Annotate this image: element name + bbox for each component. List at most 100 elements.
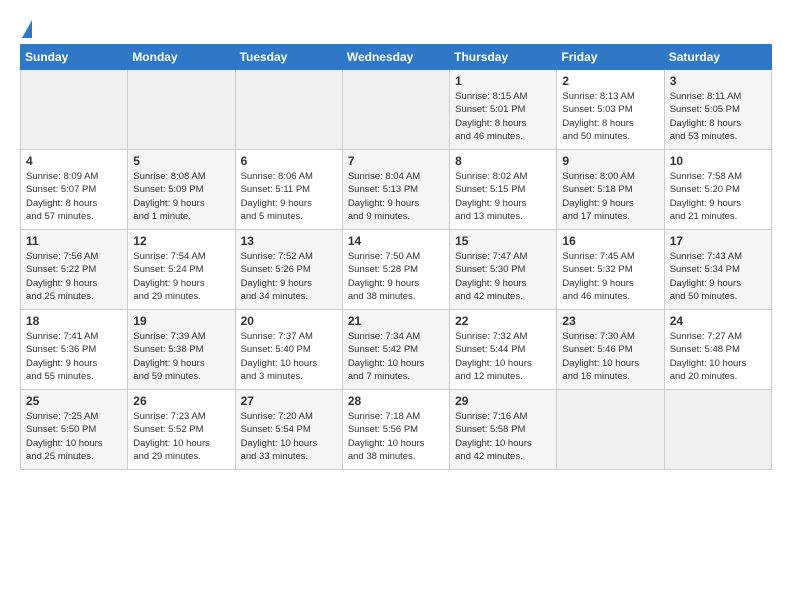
day-info: Sunrise: 7:41 AM Sunset: 5:36 PM Dayligh…	[26, 330, 122, 383]
day-number: 11	[26, 234, 122, 248]
calendar-header-tuesday: Tuesday	[235, 45, 342, 70]
calendar-day-cell	[21, 70, 128, 150]
day-info: Sunrise: 7:32 AM Sunset: 5:44 PM Dayligh…	[455, 330, 551, 383]
day-info: Sunrise: 7:25 AM Sunset: 5:50 PM Dayligh…	[26, 410, 122, 463]
calendar-day-cell: 2 Sunrise: 8:13 AM Sunset: 5:03 PM Daylig…	[557, 70, 664, 150]
calendar-week-row: 18 Sunrise: 7:41 AM Sunset: 5:36 PM Dayli…	[21, 310, 772, 390]
day-info: Sunrise: 7:34 AM Sunset: 5:42 PM Dayligh…	[348, 330, 444, 383]
day-info: Sunrise: 7:52 AM Sunset: 5:26 PM Dayligh…	[241, 250, 337, 303]
calendar-day-cell: 15 Sunrise: 7:47 AM Sunset: 5:30 PM Dayli…	[450, 230, 557, 310]
day-number: 18	[26, 314, 122, 328]
day-info: Sunrise: 7:39 AM Sunset: 5:38 PM Dayligh…	[133, 330, 229, 383]
calendar-header-sunday: Sunday	[21, 45, 128, 70]
day-info: Sunrise: 8:00 AM Sunset: 5:18 PM Dayligh…	[562, 170, 658, 223]
day-info: Sunrise: 7:27 AM Sunset: 5:48 PM Dayligh…	[670, 330, 766, 383]
calendar-header-wednesday: Wednesday	[342, 45, 449, 70]
calendar-day-cell: 22 Sunrise: 7:32 AM Sunset: 5:44 PM Dayli…	[450, 310, 557, 390]
day-info: Sunrise: 7:16 AM Sunset: 5:58 PM Dayligh…	[455, 410, 551, 463]
calendar-day-cell: 20Sunrise: 7:37 AM Sunset: 5:40 PM Dayli…	[235, 310, 342, 390]
calendar-week-row: 25 Sunrise: 7:25 AM Sunset: 5:50 PM Dayli…	[21, 390, 772, 470]
day-info: Sunrise: 8:13 AM Sunset: 5:03 PM Dayligh…	[562, 90, 658, 143]
day-number: 19	[133, 314, 229, 328]
day-info: Sunrise: 7:43 AM Sunset: 5:34 PM Dayligh…	[670, 250, 766, 303]
calendar-day-cell: 19 Sunrise: 7:39 AM Sunset: 5:38 PM Dayli…	[128, 310, 235, 390]
day-number: 2	[562, 74, 658, 88]
day-number: 26	[133, 394, 229, 408]
day-number: 15	[455, 234, 551, 248]
day-number: 7	[348, 154, 444, 168]
day-number: 29	[455, 394, 551, 408]
calendar-day-cell: 26 Sunrise: 7:23 AM Sunset: 5:52 PM Dayli…	[128, 390, 235, 470]
day-info: Sunrise: 8:11 AM Sunset: 5:05 PM Dayligh…	[670, 90, 766, 143]
calendar-header-friday: Friday	[557, 45, 664, 70]
calendar-day-cell: 8 Sunrise: 8:02 AM Sunset: 5:15 PM Daylig…	[450, 150, 557, 230]
day-info: Sunrise: 7:18 AM Sunset: 5:56 PM Dayligh…	[348, 410, 444, 463]
calendar-day-cell: 13 Sunrise: 7:52 AM Sunset: 5:26 PM Dayli…	[235, 230, 342, 310]
calendar-day-cell: 1 Sunrise: 8:15 AM Sunset: 5:01 PM Daylig…	[450, 70, 557, 150]
logo	[20, 20, 32, 38]
calendar-day-cell: 11 Sunrise: 7:56 AM Sunset: 5:22 PM Dayli…	[21, 230, 128, 310]
calendar-week-row: 11 Sunrise: 7:56 AM Sunset: 5:22 PM Dayli…	[21, 230, 772, 310]
day-info: Sunrise: 7:50 AM Sunset: 5:28 PM Dayligh…	[348, 250, 444, 303]
day-number: 1	[455, 74, 551, 88]
day-info: Sunrise: 8:08 AM Sunset: 5:09 PM Dayligh…	[133, 170, 229, 223]
calendar-header-thursday: Thursday	[450, 45, 557, 70]
day-number: 6	[241, 154, 337, 168]
calendar-week-row: 4 Sunrise: 8:09 AM Sunset: 5:07 PM Daylig…	[21, 150, 772, 230]
day-info: Sunrise: 7:47 AM Sunset: 5:30 PM Dayligh…	[455, 250, 551, 303]
calendar-day-cell: 16Sunrise: 7:45 AM Sunset: 5:32 PM Dayli…	[557, 230, 664, 310]
day-info: Sunrise: 8:15 AM Sunset: 5:01 PM Dayligh…	[455, 90, 551, 143]
day-number: 5	[133, 154, 229, 168]
day-number: 9	[562, 154, 658, 168]
calendar-day-cell: 17 Sunrise: 7:43 AM Sunset: 5:34 PM Dayli…	[664, 230, 771, 310]
calendar-day-cell: 24 Sunrise: 7:27 AM Sunset: 5:48 PM Dayli…	[664, 310, 771, 390]
day-number: 24	[670, 314, 766, 328]
day-number: 21	[348, 314, 444, 328]
calendar-day-cell: 10 Sunrise: 7:58 AM Sunset: 5:20 PM Dayli…	[664, 150, 771, 230]
day-number: 17	[670, 234, 766, 248]
day-info: Sunrise: 7:23 AM Sunset: 5:52 PM Dayligh…	[133, 410, 229, 463]
day-number: 25	[26, 394, 122, 408]
calendar-day-cell: 25 Sunrise: 7:25 AM Sunset: 5:50 PM Dayli…	[21, 390, 128, 470]
calendar-table: SundayMondayTuesdayWednesdayThursdayFrid…	[20, 44, 772, 470]
calendar-day-cell: 7Sunrise: 8:04 AM Sunset: 5:13 PM Daylig…	[342, 150, 449, 230]
calendar-day-cell: 18 Sunrise: 7:41 AM Sunset: 5:36 PM Dayli…	[21, 310, 128, 390]
calendar-day-cell: 3 Sunrise: 8:11 AM Sunset: 5:05 PM Daylig…	[664, 70, 771, 150]
day-number: 27	[241, 394, 337, 408]
day-info: Sunrise: 8:06 AM Sunset: 5:11 PM Dayligh…	[241, 170, 337, 223]
calendar-header-saturday: Saturday	[664, 45, 771, 70]
day-number: 20	[241, 314, 337, 328]
calendar-day-cell	[128, 70, 235, 150]
day-number: 13	[241, 234, 337, 248]
calendar-day-cell: 9 Sunrise: 8:00 AM Sunset: 5:18 PM Daylig…	[557, 150, 664, 230]
day-number: 23	[562, 314, 658, 328]
day-number: 4	[26, 154, 122, 168]
day-number: 14	[348, 234, 444, 248]
day-number: 16	[562, 234, 658, 248]
calendar-day-cell	[557, 390, 664, 470]
calendar-day-cell	[235, 70, 342, 150]
calendar-day-cell: 29 Sunrise: 7:16 AM Sunset: 5:58 PM Dayli…	[450, 390, 557, 470]
calendar-day-cell: 5 Sunrise: 8:08 AM Sunset: 5:09 PM Daylig…	[128, 150, 235, 230]
day-info: Sunrise: 7:20 AM Sunset: 5:54 PM Dayligh…	[241, 410, 337, 463]
day-info: Sunrise: 7:58 AM Sunset: 5:20 PM Dayligh…	[670, 170, 766, 223]
calendar-day-cell	[664, 390, 771, 470]
day-info: Sunrise: 7:54 AM Sunset: 5:24 PM Dayligh…	[133, 250, 229, 303]
calendar-day-cell: 21 Sunrise: 7:34 AM Sunset: 5:42 PM Dayli…	[342, 310, 449, 390]
day-info: Sunrise: 7:56 AM Sunset: 5:22 PM Dayligh…	[26, 250, 122, 303]
day-info: Sunrise: 7:30 AM Sunset: 5:46 PM Dayligh…	[562, 330, 658, 383]
calendar-day-cell: 4 Sunrise: 8:09 AM Sunset: 5:07 PM Daylig…	[21, 150, 128, 230]
day-number: 8	[455, 154, 551, 168]
calendar-header-monday: Monday	[128, 45, 235, 70]
calendar-day-cell: 6 Sunrise: 8:06 AM Sunset: 5:11 PM Daylig…	[235, 150, 342, 230]
day-number: 12	[133, 234, 229, 248]
day-number: 10	[670, 154, 766, 168]
calendar-day-cell: 27 Sunrise: 7:20 AM Sunset: 5:54 PM Dayli…	[235, 390, 342, 470]
day-number: 3	[670, 74, 766, 88]
logo-triangle-icon	[22, 20, 32, 38]
calendar-day-cell: 23 Sunrise: 7:30 AM Sunset: 5:46 PM Dayli…	[557, 310, 664, 390]
page-header	[20, 16, 772, 38]
day-info: Sunrise: 8:02 AM Sunset: 5:15 PM Dayligh…	[455, 170, 551, 223]
day-info: Sunrise: 8:09 AM Sunset: 5:07 PM Dayligh…	[26, 170, 122, 223]
day-number: 22	[455, 314, 551, 328]
